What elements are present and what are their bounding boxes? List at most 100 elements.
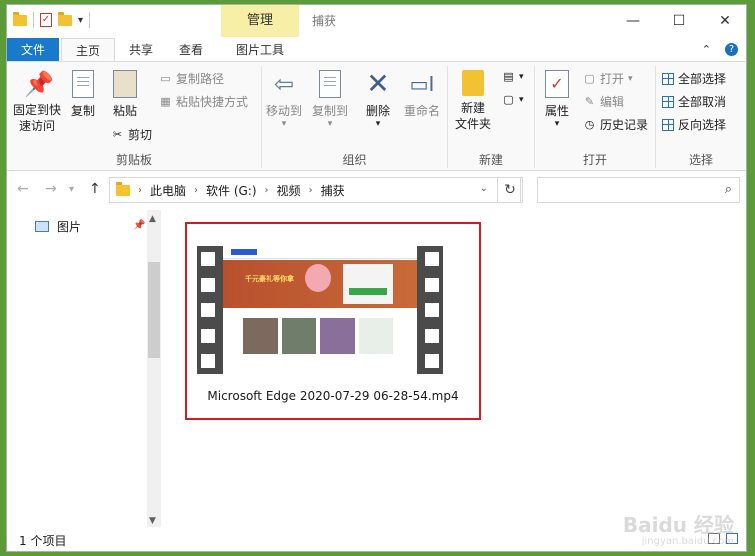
paste-shortcut-button[interactable]: ▦ 粘贴快捷方式 — [159, 93, 248, 110]
new-folder-icon[interactable] — [58, 11, 72, 26]
pin-icon: 📌 — [24, 70, 54, 98]
close-button[interactable]: ✕ — [702, 5, 746, 37]
pin-icon[interactable]: 📌 — [133, 220, 145, 231]
maximize-button[interactable]: ☐ — [656, 5, 702, 37]
back-arrow-icon[interactable]: ← — [17, 181, 29, 197]
history-label: 历史记录 — [600, 118, 649, 132]
properties-label: 属性 — [544, 104, 569, 118]
scroll-thumb[interactable] — [148, 262, 160, 358]
search-icon: ⌕ — [724, 182, 732, 197]
copy-to-button[interactable]: 复制到 ▾ — [308, 70, 352, 129]
breadcrumb-this-pc[interactable]: 此电脑 — [150, 182, 186, 199]
address-bar[interactable]: › 此电脑 › 软件 (G:) › 视频 › 捕获 ⌄ — [109, 177, 521, 203]
navigation-pane: 图片 📌 ▲ ▼ — [7, 210, 161, 528]
copy-to-dropdown-icon: ▾ — [327, 119, 333, 129]
rename-icon: ▭I — [409, 72, 435, 96]
film-perforations — [197, 252, 219, 368]
clipboard-group: 📌 固定到快 速访问 复制 粘贴 ▭ 复制路径 ▦ 粘贴快捷方式 ✂ 剪切 剪贴… — [7, 62, 261, 170]
new-item-button[interactable]: ▤ ▾ — [502, 70, 523, 83]
refresh-button[interactable]: ↻ — [497, 177, 523, 203]
address-dropdown-icon[interactable]: ⌄ — [480, 183, 488, 194]
properties-icon: ✓ — [545, 70, 569, 98]
select-all-label: 全部选择 — [678, 72, 727, 86]
film-perforations — [421, 252, 443, 368]
customize-qat-icon[interactable]: ▾ — [78, 15, 83, 26]
move-to-label: 移动到 — [265, 104, 302, 118]
file-item[interactable]: 千元豪礼等你拿 Microsoft Edge 2020-07-29 06-28-… — [185, 222, 481, 420]
invert-selection-label: 反向选择 — [678, 118, 727, 132]
move-to-button[interactable]: ⇦ 移动到 ▾ — [264, 70, 304, 129]
paste-icon — [113, 70, 137, 98]
manage-context-tab[interactable]: 管理 — [221, 5, 299, 37]
select-all-icon — [662, 72, 674, 85]
select-none-label: 全部取消 — [678, 95, 727, 109]
paste-label: 粘贴 — [112, 104, 137, 118]
tab-file[interactable]: 文件 — [7, 38, 59, 62]
scissors-icon: ✂ — [112, 128, 123, 141]
delete-dropdown-icon: ▾ — [375, 119, 381, 129]
window-title: 捕获 — [312, 14, 337, 28]
ribbon-tabs: 文件 主页 共享 查看 图片工具 — [7, 38, 746, 62]
properties-button[interactable]: ✓ 属性 ▾ — [539, 70, 575, 129]
scroll-up-icon[interactable]: ▲ — [149, 214, 156, 224]
tab-home[interactable]: 主页 — [61, 38, 115, 62]
baidu-watermark: Baidu 经验 jingyan.baidu.com — [623, 515, 734, 547]
clipboard-group-label: 剪贴板 — [115, 153, 152, 167]
thumbnail-preview: 千元豪礼等你拿 — [223, 246, 417, 374]
recent-locations-icon[interactable]: ▾ — [69, 184, 74, 195]
copy-to-icon — [319, 70, 341, 98]
invert-selection-button[interactable]: 反向选择 — [662, 116, 726, 133]
properties-check-icon[interactable]: ✓ — [40, 13, 52, 27]
select-none-button[interactable]: 全部取消 — [662, 93, 726, 110]
paste-button[interactable]: 粘贴 — [109, 70, 141, 119]
invert-selection-icon — [662, 118, 674, 131]
file-name: Microsoft Edge 2020-07-29 06-28-54.mp4 — [207, 389, 459, 403]
rename-button[interactable]: ▭I 重命名 — [400, 70, 444, 119]
edit-button[interactable]: ✎ 编辑 — [583, 93, 624, 110]
tab-view[interactable]: 查看 — [169, 38, 213, 62]
organize-group: ⇦ 移动到 ▾ 复制到 ▾ ✕ 删除 ▾ ▭I 重命名 组织 — [262, 62, 447, 170]
open-button[interactable]: ▢ 打开 ▾ — [583, 70, 632, 87]
cut-button[interactable]: ✂ 剪切 — [111, 126, 152, 143]
scroll-down-icon[interactable]: ▼ — [149, 516, 156, 526]
help-icon[interactable]: ? — [725, 43, 738, 56]
breadcrumb-videos[interactable]: 视频 — [277, 182, 301, 199]
new-item-icon: ▤ — [503, 70, 514, 83]
cut-label: 剪切 — [128, 128, 153, 142]
tab-picture-tools[interactable]: 图片工具 — [221, 38, 299, 62]
minimize-button[interactable]: — — [610, 5, 656, 37]
collapse-ribbon-icon[interactable]: ⌃ — [702, 43, 711, 56]
ribbon-options: ⌃ ? — [702, 43, 738, 56]
nav-item-pictures[interactable]: 图片 — [35, 218, 81, 235]
history-icon: ◷ — [584, 118, 595, 131]
new-group-label: 新建 — [478, 153, 503, 167]
item-count: 1 个项目 — [19, 534, 67, 548]
breadcrumb-captures[interactable]: 捕获 — [321, 182, 345, 199]
ribbon: 📌 固定到快 速访问 复制 粘贴 ▭ 复制路径 ▦ 粘贴快捷方式 ✂ 剪切 剪贴… — [7, 61, 746, 171]
select-all-button[interactable]: 全部选择 — [662, 70, 726, 87]
tab-share[interactable]: 共享 — [119, 38, 163, 62]
breadcrumb-separator: › — [138, 184, 142, 196]
paste-shortcut-label: 粘贴快捷方式 — [176, 95, 249, 109]
pin-quick-access-button[interactable]: 📌 固定到快 速访问 — [11, 70, 63, 134]
forward-arrow-icon[interactable]: → — [45, 181, 57, 197]
new-folder-button[interactable]: 新建 文件夹 — [452, 70, 494, 132]
paste-shortcut-icon: ▦ — [160, 95, 171, 108]
nav-scrollbar[interactable]: ▲ ▼ — [147, 210, 161, 528]
new-folder-label: 新建 文件夹 — [454, 101, 491, 131]
edit-icon: ✎ — [584, 95, 595, 108]
watermark-url: jingyan.baidu.com — [641, 536, 734, 547]
breadcrumb-drive[interactable]: 软件 (G:) — [206, 182, 257, 199]
breadcrumb-separator: › — [308, 184, 313, 196]
easy-access-button[interactable]: ▢ ▾ — [502, 93, 523, 106]
new-group: 新建 文件夹 ▤ ▾ ▢ ▾ 新建 — [448, 62, 534, 170]
copy-path-button[interactable]: ▭ 复制路径 — [159, 70, 224, 87]
up-arrow-icon[interactable]: ↑ — [89, 181, 101, 197]
watermark-text: Baidu 经验 — [622, 513, 734, 537]
delete-button[interactable]: ✕ 删除 ▾ — [360, 70, 396, 130]
organize-group-label: 组织 — [342, 153, 367, 167]
history-button[interactable]: ◷ 历史记录 — [583, 116, 648, 133]
search-input[interactable]: ⌕ — [537, 177, 740, 203]
pin-quick-access-label: 固定到快 速访问 — [12, 103, 61, 133]
copy-button[interactable]: 复制 — [67, 70, 99, 119]
